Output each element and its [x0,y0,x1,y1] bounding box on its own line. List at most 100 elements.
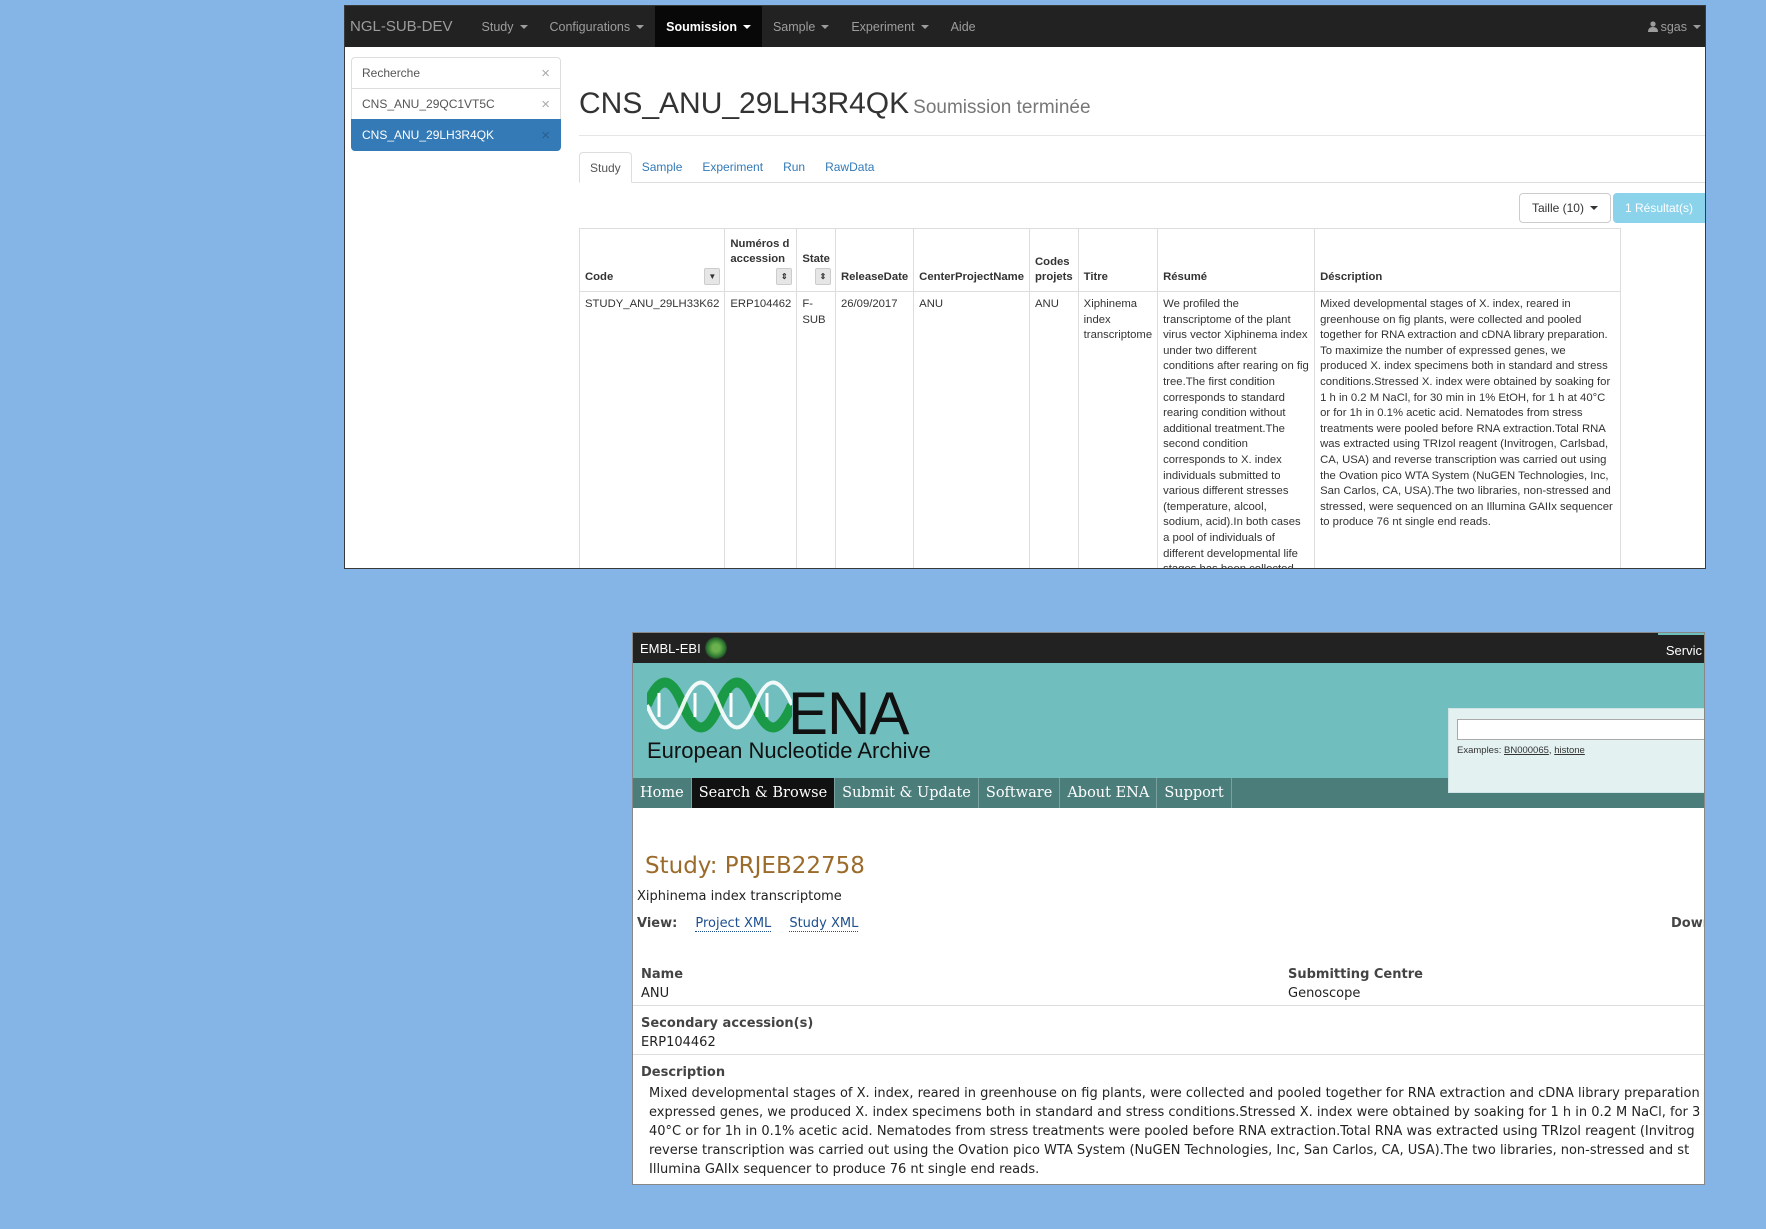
search-examples: Examples: BN000065, histone [1457,745,1585,756]
top-navbar: NGL-SUB-DEV Study Configurations Soumiss… [345,6,1705,47]
description-line: reverse transcription was carried out us… [649,1143,1690,1158]
divider [633,1005,1704,1006]
ebi-logo-icon [704,637,727,659]
ena-nav-about[interactable]: About ENA [1060,778,1158,808]
cell-resume: We profiled the transcriptome of the pla… [1157,291,1316,568]
view-links: View: Project XML Study XML [637,916,859,932]
user-menu[interactable]: sgas [1647,6,1705,47]
examples-prefix: Examples: [1457,745,1504,756]
nav-configurations-label: Configurations [549,19,631,34]
page-size-label: Taille (10) [1531,201,1584,215]
example-link-histone[interactable]: histone [1554,745,1585,756]
embl-ebi-bar: EMBL-EBI Servic [633,633,1704,663]
cell-description: Mixed developmental stages of X. index, … [1314,291,1622,568]
chevron-down-icon [1693,24,1701,29]
sidebar-item-recherche[interactable]: Recherche × [351,57,561,89]
cell-codes-projets: ANU [1029,291,1079,568]
sidebar-item-label: Recherche [362,66,421,80]
submission-code: CNS_ANU_29LH3R4QK [579,87,910,120]
ena-nav-support[interactable]: Support [1157,778,1232,808]
tab-experiment[interactable]: Experiment [692,152,773,182]
chevron-down-icon [636,24,645,29]
chevron-down-icon [1589,206,1598,210]
sidebar-item-cns-anu-29qc1vt5c[interactable]: CNS_ANU_29QC1VT5C × [351,88,561,120]
column-header-codes-projets[interactable]: Codes projets [1029,228,1079,292]
nav-study[interactable]: Study [471,6,539,47]
column-header-titre[interactable]: Titre [1077,228,1159,292]
chevron-down-icon [742,24,751,29]
sidebar-item-label: CNS_ANU_29QC1VT5C [362,97,495,111]
column-header-description[interactable]: Déscription [1314,228,1622,292]
name-label: Name [641,967,684,982]
nav-sample-label: Sample [772,19,816,34]
sidebar-item-label: CNS_ANU_29LH3R4QK [362,128,495,142]
column-header-state[interactable]: State ⇕ [796,228,836,292]
embl-ebi-link[interactable]: EMBL-EBI [640,641,701,656]
nav-experiment-label: Experiment [851,19,915,34]
ena-nav-submit-update[interactable]: Submit & Update [835,778,979,808]
brand-link[interactable]: NGL-SUB-DEV [345,6,471,47]
description-text: Mixed developmental stages of X. index, … [649,1084,1704,1179]
study-xml-link[interactable]: Study XML [789,916,859,932]
close-icon[interactable]: × [541,96,550,113]
search-input[interactable] [1457,719,1704,740]
close-icon[interactable]: × [541,127,550,144]
cell-releasedate: 26/09/2017 [834,291,915,568]
cell-accession: ERP104462 [724,291,798,568]
search-sidebar: Recherche × CNS_ANU_29QC1VT5C × CNS_ANU_29… [351,57,561,151]
submitting-centre-value: Genoscope [1288,986,1361,1001]
sort-icon[interactable]: ⇕ [814,268,831,285]
ena-nav-software[interactable]: Software [979,778,1061,808]
secondary-accession-label: Secondary accession(s) [641,1016,814,1031]
tab-bar: Study Sample Experiment Run RawData [579,152,1705,183]
cell-centerprojectname: ANU [913,291,1031,568]
nav-soumission[interactable]: Soumission [655,6,762,47]
user-name: sgas [1660,19,1687,34]
column-header-centerprojectname[interactable]: CenterProjectName [913,228,1031,292]
study-subtitle: Xiphinema index transcriptome [637,889,842,904]
description-line: Illumina GAIIx sequencer to produce 76 n… [649,1162,1040,1177]
tab-run[interactable]: Run [773,152,815,182]
cell-titre: Xiphinema index transcriptome [1077,291,1159,568]
sort-icon[interactable]: ⇕ [776,268,793,285]
nav-aide[interactable]: Aide [940,6,987,47]
nav-experiment[interactable]: Experiment [840,6,939,47]
column-header-accession[interactable]: Numéros d accession ⇕ [724,228,798,292]
study-title: Study: PRJEB22758 [645,853,865,879]
services-link[interactable]: Servic [1657,633,1704,665]
column-header-resume[interactable]: Résumé [1157,228,1316,292]
results-count-button[interactable]: 1 Résultat(s) [1612,193,1705,223]
column-header-label: Code [585,271,614,284]
tab-sample[interactable]: Sample [632,152,693,182]
tab-study[interactable]: Study [579,152,632,183]
view-label: View: [637,916,678,931]
nav-sample[interactable]: Sample [762,6,840,47]
name-value: ANU [641,986,670,1001]
divider [633,1054,1704,1055]
secondary-accession-value: ERP104462 [641,1035,716,1050]
nav-configurations[interactable]: Configurations [539,6,656,47]
results-toolbar: Taille (10) 1 Résultat(s) [1518,193,1705,223]
close-icon[interactable]: × [541,65,550,82]
page-size-dropdown[interactable]: Taille (10) [1518,193,1611,223]
example-link-bn000065[interactable]: BN000065 [1504,745,1549,756]
ena-nav-search-browse[interactable]: Search & Browse [691,778,836,808]
user-icon [1647,21,1658,32]
ena-search-panel: Examples: BN000065, histone [1448,708,1704,793]
ena-logo-icon[interactable] [647,675,792,735]
ena-window: EMBL-EBI Servic ENA European Nucleotide … [632,632,1705,1185]
submitting-centre-label: Submitting Centre [1288,967,1423,982]
tab-rawdata[interactable]: RawData [815,152,884,182]
ena-nav-home[interactable]: Home [633,778,692,808]
description-line: expressed genes, we produced X. index sp… [649,1105,1701,1120]
project-xml-link[interactable]: Project XML [695,916,772,932]
description-label: Description [641,1065,726,1080]
table-row[interactable]: STUDY_ANU_29LH33K62 ERP104462 F-SUB 26/0… [578,291,1622,568]
divider [579,135,1705,136]
column-header-code[interactable]: Code ▼ [578,228,726,292]
sort-desc-icon[interactable]: ▼ [704,268,721,285]
description-line: 40°C or for 1h in 0.1% acetic acid. Nema… [649,1124,1695,1139]
column-header-releasedate[interactable]: ReleaseDate [834,228,915,292]
sidebar-item-cns-anu-29lh3r4qk[interactable]: CNS_ANU_29LH3R4QK × [351,119,561,151]
page-title: CNS_ANU_29LH3R4QK Soumission terminée [579,87,1705,121]
